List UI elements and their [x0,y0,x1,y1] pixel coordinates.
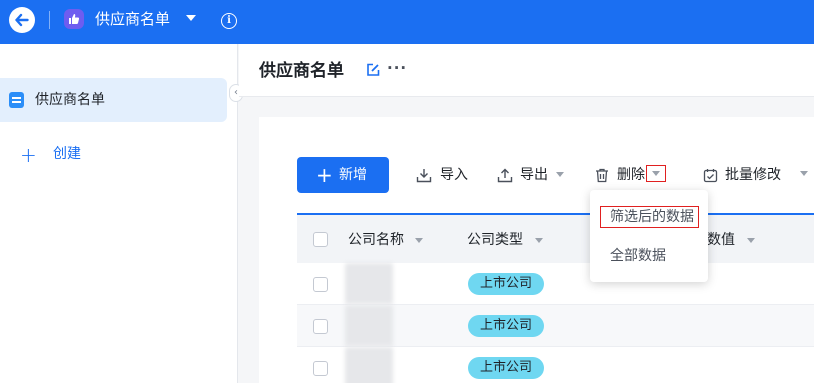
info-icon[interactable]: i [221,13,237,29]
top-bar: 供应商名单 i [0,0,814,44]
row-checkbox[interactable] [313,361,328,376]
thumbs-up-icon [64,9,84,29]
import-label: 导入 [440,167,468,183]
import-button[interactable]: 导入 [416,166,470,184]
divider [49,11,50,29]
page-header: 供应商名单 ··· [239,44,814,97]
sidebar: 供应商名单 + 创建 [0,44,238,383]
table-row[interactable]: 上市公司 [297,305,814,347]
chevron-down-icon[interactable] [415,238,423,243]
delete-label: 删除 [617,167,645,183]
menu-item-label: 全部数据 [610,248,666,264]
back-button[interactable] [9,7,35,33]
import-icon [416,169,432,183]
table-row[interactable]: 上市公司 [297,263,814,305]
batch-edit-label: 批量修改 [725,167,781,183]
sidebar-item-supplier-list[interactable]: 供应商名单 [0,78,227,122]
chevron-down-icon [556,172,564,177]
edit-icon[interactable] [366,63,380,77]
row-checkbox[interactable] [313,277,328,292]
highlight-box [600,206,699,228]
export-label: 导出 [520,167,548,183]
plus-icon[interactable]: + [20,145,37,165]
delete-button[interactable]: 删除 [595,166,645,184]
batch-edit-button[interactable]: 批量修改 [703,166,814,184]
add-button-label: 新增 [339,167,367,183]
company-type-tag: 上市公司 [468,315,544,337]
doc-icon [9,92,24,108]
column-header[interactable]: 公司名称 [348,231,404,249]
table-row[interactable]: 上市公司 [297,347,814,383]
table-header: 公司名称 公司类型 数值 [297,213,814,263]
more-icon[interactable]: ··· [387,59,407,77]
column-header[interactable]: 数值 [707,231,735,249]
export-button[interactable]: 导出 [497,166,567,184]
add-button[interactable]: + 新增 [297,157,389,193]
row-checkbox[interactable] [313,319,328,334]
app-title[interactable]: 供应商名单 [95,9,170,29]
column-header[interactable]: 公司类型 [467,231,523,249]
select-all-checkbox[interactable] [313,232,328,247]
arrow-left-icon [15,13,29,27]
company-type-tag: 上市公司 [468,273,544,295]
company-name-cell [345,347,393,383]
company-name-cell [345,305,393,346]
export-icon [497,168,513,183]
delete-dropdown-toggle[interactable] [646,165,666,182]
trash-icon [596,168,608,183]
chevron-down-icon[interactable] [747,238,755,243]
chevron-down-icon [652,171,660,176]
delete-dropdown-menu: 筛选后的数据 全部数据 [590,190,708,282]
chevron-down-icon[interactable] [186,15,196,21]
chevron-down-icon[interactable] [535,238,543,243]
company-type-tag: 上市公司 [468,357,544,379]
company-name-cell [345,263,393,304]
page-title: 供应商名单 [259,61,344,81]
chevron-down-icon [800,171,808,176]
plus-icon: + [316,163,333,187]
create-button[interactable]: 创建 [53,145,81,163]
menu-item-all-data[interactable]: 全部数据 [590,241,708,271]
checklist-icon [703,169,718,183]
sidebar-item-label: 供应商名单 [35,92,105,108]
